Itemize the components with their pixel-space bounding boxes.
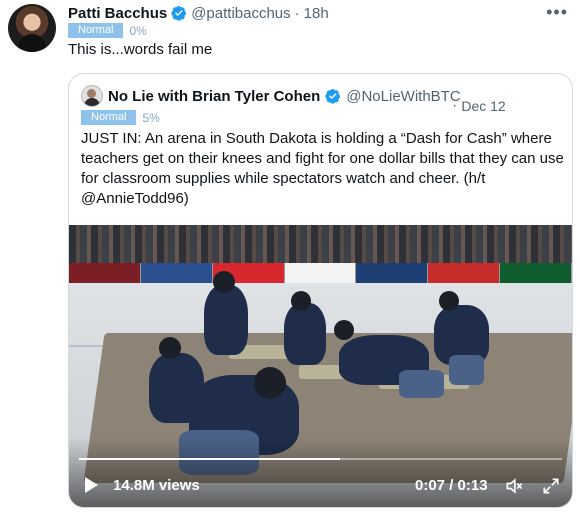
person-head bbox=[213, 271, 235, 293]
fullscreen-icon[interactable] bbox=[541, 476, 561, 496]
quote-text: JUST IN: An arena in South Dakota is hol… bbox=[81, 130, 564, 207]
separator: · bbox=[294, 4, 300, 22]
quote-date[interactable]: Dec 12 bbox=[461, 98, 505, 114]
author-handle[interactable]: @pattibacchus bbox=[191, 5, 290, 22]
verified-icon bbox=[325, 89, 341, 104]
tweet-badge-row: Normal 0% bbox=[68, 23, 147, 38]
arena-board bbox=[428, 263, 501, 283]
person bbox=[284, 303, 326, 365]
status-badge: Normal bbox=[68, 23, 124, 38]
view-count: 14.8M views bbox=[113, 477, 200, 494]
video-progress-bar[interactable] bbox=[79, 458, 562, 460]
person-head bbox=[334, 320, 354, 340]
person-head bbox=[159, 337, 181, 359]
author-name[interactable]: Patti Bacchus bbox=[68, 5, 167, 22]
person-head bbox=[291, 291, 311, 311]
badge-percentage: 5% bbox=[142, 110, 160, 125]
volume-icon[interactable] bbox=[504, 476, 524, 496]
quote-badge-row: Normal 5% bbox=[81, 110, 160, 125]
quote-author-name[interactable]: No Lie with Brian Tyler Cohen bbox=[108, 88, 320, 105]
tweet-header: Patti Bacchus @pattibacchus · 18h bbox=[68, 3, 329, 23]
verified-icon bbox=[171, 6, 187, 21]
status-badge: Normal bbox=[81, 110, 137, 125]
person bbox=[204, 285, 248, 355]
arena-boards bbox=[69, 263, 572, 283]
video-player[interactable]: 14.8M views 0:07 / 0:13 bbox=[69, 225, 572, 507]
badge-percentage: 0% bbox=[129, 23, 147, 38]
crowd-background bbox=[69, 225, 572, 263]
more-icon[interactable]: ••• bbox=[546, 2, 568, 23]
video-progress-fill bbox=[79, 458, 340, 460]
video-controls-scrim bbox=[69, 437, 572, 507]
author-avatar[interactable] bbox=[8, 4, 56, 52]
arena-board bbox=[500, 263, 572, 283]
arena-board bbox=[140, 263, 213, 283]
quote-date-row: · Dec 12 bbox=[452, 97, 506, 115]
arena-board bbox=[69, 263, 141, 283]
person-head bbox=[439, 291, 459, 311]
jeans bbox=[449, 355, 484, 385]
quote-author-handle[interactable]: @NoLieWithBTC bbox=[346, 88, 460, 105]
video-time: 0:07 / 0:13 bbox=[415, 477, 488, 494]
jeans bbox=[399, 370, 444, 398]
quote-tweet[interactable]: No Lie with Brian Tyler Cohen @NoLieWith… bbox=[68, 73, 573, 508]
person-head bbox=[254, 367, 286, 399]
arena-board bbox=[284, 263, 357, 283]
tweet-text: This is...words fail me bbox=[68, 41, 213, 58]
play-icon[interactable] bbox=[85, 477, 98, 493]
arena-board bbox=[356, 263, 429, 283]
separator: · bbox=[452, 97, 458, 114]
tweet-time[interactable]: 18h bbox=[304, 5, 329, 22]
quote-header: No Lie with Brian Tyler Cohen @NoLieWith… bbox=[81, 85, 461, 107]
quote-avatar[interactable] bbox=[81, 85, 103, 107]
